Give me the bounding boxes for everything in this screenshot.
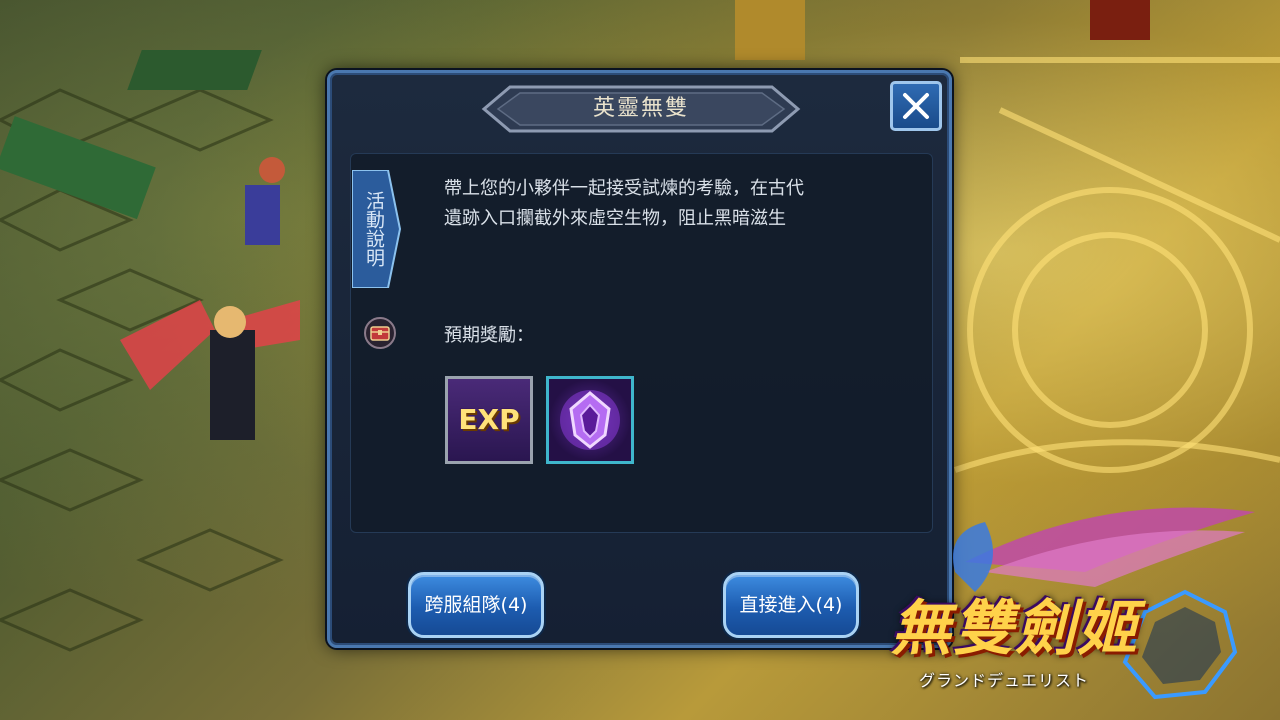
description-line: 帶上您的小夥伴一起接受試煉的考驗，在古代 <box>444 178 804 199</box>
player-character <box>120 300 300 440</box>
dialog-title: 英靈無雙 <box>592 96 689 121</box>
cross-server-team-button[interactable]: 跨服組隊(4) <box>408 572 544 638</box>
game-scene: 英靈無雙 活動說明 帶上您的小夥伴一起接受試煉的考驗，在古代 遺跡入口攔截外來虛… <box>0 0 1280 720</box>
description-line: 遺跡入口攔截外來虛空生物，阻止黑暗滋生 <box>444 208 786 229</box>
logo-title: 無雙劍姬 <box>891 594 1139 664</box>
event-description: 帶上您的小夥伴一起接受試煉的考驗，在古代 遺跡入口攔截外來虛空生物，阻止黑暗滋生 <box>444 174 914 234</box>
title-plate: 英靈無雙 <box>480 83 802 135</box>
exp-icon: EXP <box>458 403 520 436</box>
close-button[interactable] <box>890 81 942 131</box>
direct-enter-button[interactable]: 直接進入(4) <box>723 572 859 638</box>
close-icon <box>903 93 929 119</box>
npc-character <box>245 157 285 245</box>
logo-subtitle: グランドデュエリスト <box>919 671 1090 690</box>
reward-exp-item[interactable]: EXP <box>445 376 533 464</box>
expected-rewards-label: 預期獎勵： <box>444 325 534 346</box>
treasure-chest-icon <box>364 317 396 349</box>
tab-activity-label: 活動說明 <box>363 191 385 267</box>
game-logo: 無雙劍姬 グランドデュエリスト <box>855 502 1265 712</box>
purple-crystal-icon <box>560 390 620 450</box>
tab-activity-description[interactable]: 活動說明 <box>352 170 402 288</box>
reward-crystal-item[interactable] <box>546 376 634 464</box>
